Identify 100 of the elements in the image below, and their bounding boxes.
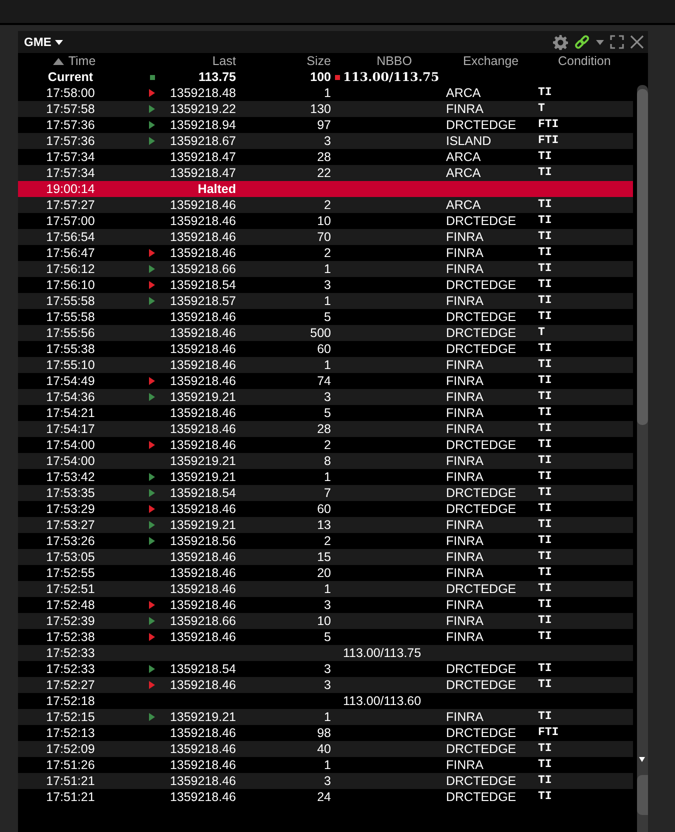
nbbo-quote: 113.00/113.60 — [343, 693, 422, 709]
condition-code: TI — [538, 277, 553, 293]
trade-size: 3 — [323, 389, 331, 405]
last-price: 1359218.46 — [168, 597, 236, 613]
last-price: 1359218.46 — [168, 741, 236, 757]
trade-size: 22 — [316, 165, 331, 181]
trade-size: 1 — [323, 293, 331, 309]
trade-size: 1 — [323, 581, 331, 597]
caret-icon[interactable] — [596, 40, 604, 44]
trade-size: 28 — [316, 149, 331, 165]
condition-code: TI — [538, 389, 553, 405]
column-header[interactable]: Condition — [538, 53, 633, 69]
trade-time: 17:56:10 — [45, 277, 96, 293]
trade-size: 20 — [316, 565, 331, 581]
scrollbar-thumb[interactable] — [637, 89, 648, 425]
condition-code: FTI — [538, 117, 560, 133]
exchange-name: FINRA — [446, 229, 484, 245]
exchange-name: DRCTEDGE — [446, 725, 518, 741]
exchange-name: DRCTEDGE — [446, 485, 518, 501]
exchange-name: DRCTEDGE — [446, 789, 518, 805]
symbol-dropdown[interactable]: GME — [24, 35, 64, 49]
exchange-name: FINRA — [446, 469, 484, 485]
exchange-name: DRCTEDGE — [446, 677, 518, 693]
trade-size: 130 — [309, 101, 331, 117]
condition-code: TI — [538, 533, 553, 549]
close-icon[interactable] — [630, 35, 644, 49]
exchange-name: ARCA — [446, 149, 482, 165]
trade-size: 3 — [323, 277, 331, 293]
last-price: 1359218.66 — [168, 261, 236, 277]
exchange-name: FINRA — [446, 101, 484, 117]
column-header[interactable]: Last — [158, 53, 236, 69]
exchange-name: ARCA — [446, 165, 482, 181]
trade-time: 17:52:33 — [45, 661, 96, 677]
trade-size: 13 — [316, 517, 331, 533]
condition-code: TI — [538, 453, 553, 469]
halt-status: Halted — [196, 181, 236, 197]
trade-size: 1 — [323, 357, 331, 373]
condition-code: TI — [538, 213, 553, 229]
exchange-name: FINRA — [446, 357, 484, 373]
condition-code: TI — [538, 629, 553, 645]
settings-icon[interactable] — [553, 34, 568, 50]
column-header[interactable]: NBBO — [343, 53, 446, 69]
condition-code: TI — [538, 565, 553, 581]
condition-code: FTI — [538, 725, 560, 741]
condition-code: TI — [538, 341, 553, 357]
sort-icon — [53, 58, 64, 64]
trade-time: 17:57:36 — [45, 117, 96, 133]
last-price: 1359218.56 — [168, 533, 236, 549]
trade-time: 17:52:38 — [45, 629, 96, 645]
maximize-icon[interactable] — [610, 35, 624, 49]
trade-size: 1 — [323, 261, 331, 277]
last-price: 1359218.46 — [168, 549, 236, 565]
last-price: 1359218.54 — [168, 277, 236, 293]
trade-size: 2 — [323, 197, 331, 213]
trade-time: 17:52:18 — [45, 693, 96, 709]
column-header[interactable]: Size — [236, 53, 331, 69]
link-icon[interactable] — [574, 34, 590, 50]
last-price: 1359218.57 — [168, 293, 236, 309]
last-price: 1359218.46 — [168, 725, 236, 741]
exchange-name: FINRA — [446, 517, 484, 533]
exchange-name: DRCTEDGE — [446, 581, 518, 597]
last-price: 1359218.47 — [168, 165, 236, 181]
last-price: 1359218.46 — [168, 437, 236, 453]
current-label: Current — [46, 69, 94, 85]
last-price: 1359219.21 — [168, 469, 236, 485]
trade-time: 17:52:13 — [45, 725, 96, 741]
last-price: 1359218.46 — [168, 229, 236, 245]
last-price: 1359218.46 — [168, 373, 236, 389]
trade-time: 17:53:35 — [45, 485, 96, 501]
trade-time: 17:53:27 — [45, 517, 96, 533]
condition-code: TI — [538, 581, 553, 597]
trade-time: 17:52:39 — [45, 613, 96, 629]
condition-code: FTI — [538, 133, 560, 149]
condition-code: TI — [538, 469, 553, 485]
trade-size: 3 — [323, 661, 331, 677]
scroll-down-icon[interactable] — [639, 757, 645, 762]
trade-size: 1 — [323, 469, 331, 485]
exchange-name: FINRA — [446, 597, 484, 613]
trade-size: 24 — [316, 789, 331, 805]
trade-time: 17:57:58 — [45, 101, 96, 117]
trade-time: 17:52:33 — [45, 645, 96, 661]
condition-code: TI — [538, 149, 553, 165]
condition-code: TI — [538, 613, 553, 629]
last-price: 1359218.46 — [168, 405, 236, 421]
trade-size: 74 — [316, 373, 331, 389]
last-price: 1359219.21 — [168, 389, 236, 405]
scrollbar[interactable] — [637, 85, 648, 832]
trade-size: 1 — [323, 85, 331, 101]
last-price: 1359219.21 — [168, 709, 236, 725]
column-header[interactable]: Exchange — [446, 53, 538, 69]
exchange-name: DRCTEDGE — [446, 213, 518, 229]
exchange-name: FINRA — [446, 565, 484, 581]
condition-code: TI — [538, 245, 553, 261]
trade-time: 17:53:26 — [45, 533, 96, 549]
trade-size: 5 — [323, 629, 331, 645]
last-price: 1359218.46 — [168, 789, 236, 805]
last-price: 1359218.46 — [168, 581, 236, 597]
condition-code: TI — [538, 421, 553, 437]
exchange-name: DRCTEDGE — [446, 501, 518, 517]
column-header[interactable]: Time — [68, 53, 96, 69]
